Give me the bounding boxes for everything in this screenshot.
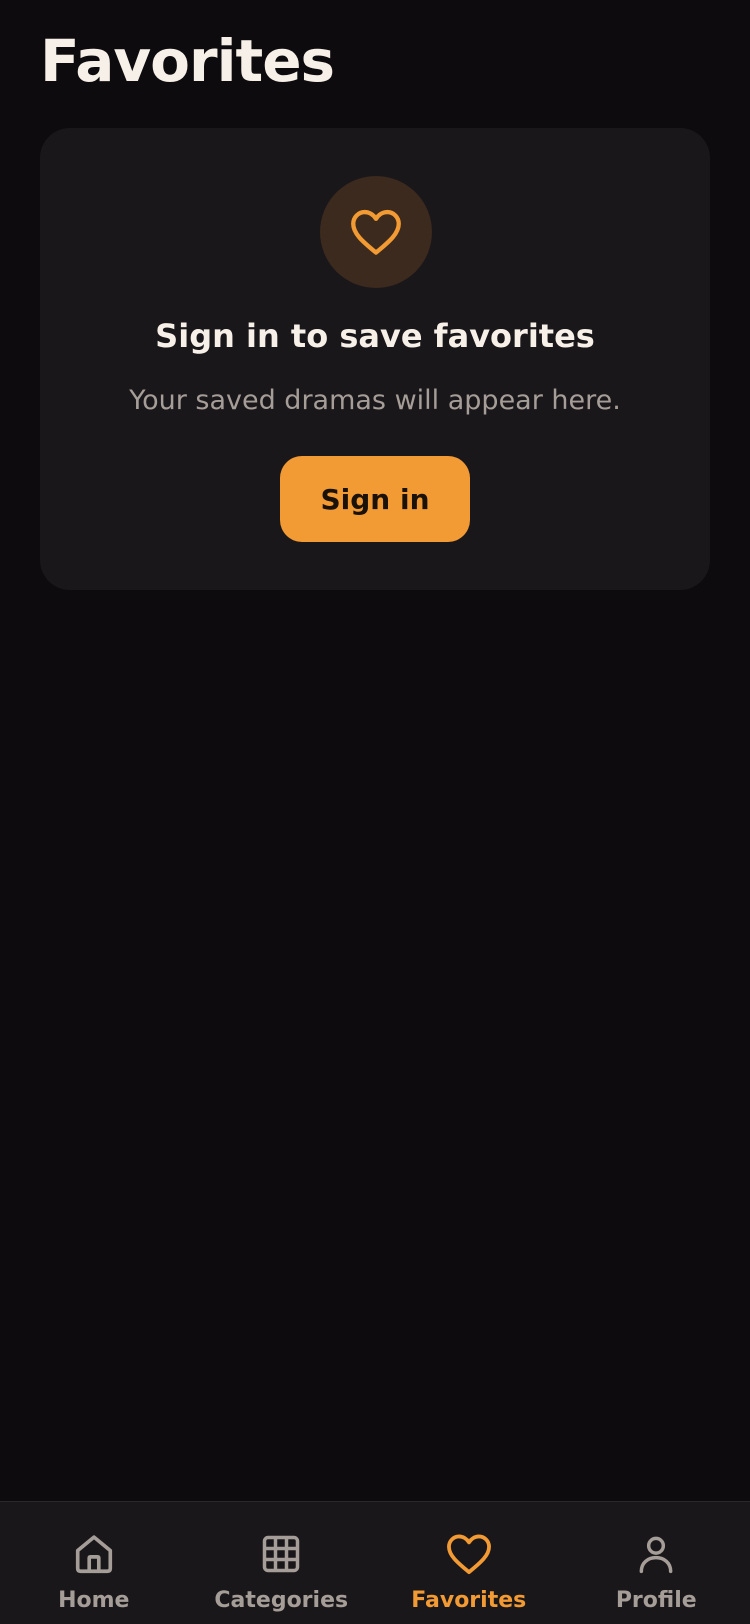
favorites-screen: Favorites Sign in to save favorites Your… xyxy=(0,0,750,1624)
home-icon xyxy=(71,1530,117,1578)
page-title: Favorites xyxy=(40,27,335,95)
tab-categories-label: Categories xyxy=(214,1588,349,1613)
empty-state-card: Sign in to save favorites Your saved dra… xyxy=(40,128,710,590)
heart-icon xyxy=(446,1530,492,1578)
empty-state-subtitle: Your saved dramas will appear here. xyxy=(129,385,621,416)
tab-categories[interactable]: Categories xyxy=(188,1502,376,1624)
heart-icon-badge xyxy=(320,176,432,288)
bottom-tab-bar: Home Categories Favorites Profile xyxy=(0,1501,750,1624)
tab-favorites[interactable]: Favorites xyxy=(375,1502,563,1624)
user-icon xyxy=(634,1530,678,1578)
heart-icon xyxy=(351,209,401,255)
grid-icon xyxy=(259,1530,303,1578)
empty-state-heading: Sign in to save favorites xyxy=(155,317,595,355)
tab-profile[interactable]: Profile xyxy=(563,1502,750,1624)
tab-favorites-label: Favorites xyxy=(411,1588,527,1613)
tab-home[interactable]: Home xyxy=(0,1502,188,1624)
tab-home-label: Home xyxy=(58,1588,130,1613)
sign-in-button[interactable]: Sign in xyxy=(280,456,470,542)
tab-profile-label: Profile xyxy=(615,1588,697,1613)
